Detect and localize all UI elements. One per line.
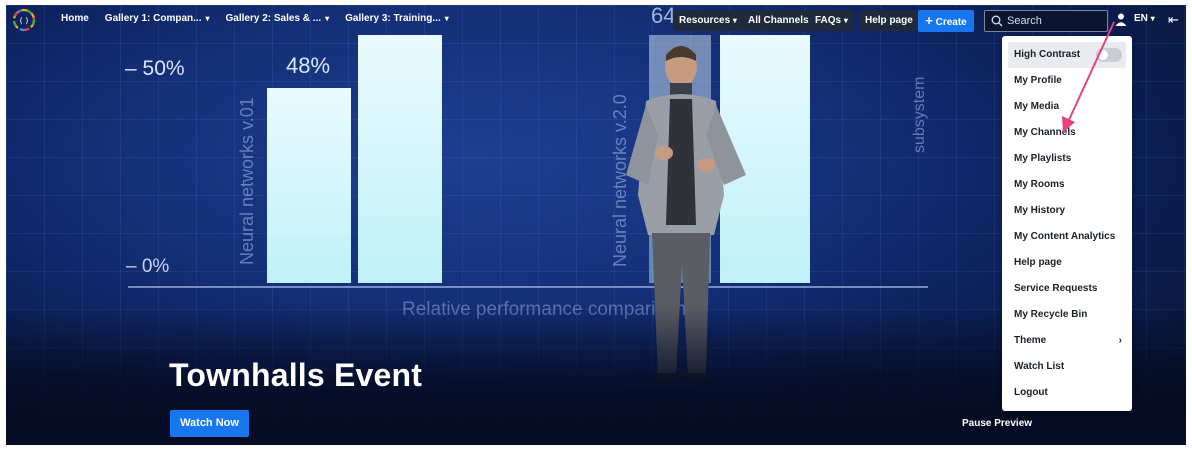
high-contrast-toggle[interactable] bbox=[1096, 48, 1122, 62]
svg-text:( ): ( ) bbox=[20, 16, 29, 25]
search-icon bbox=[991, 15, 1003, 27]
main-nav: Home Gallery 1: Compan... ▾ Gallery 2: Sa… bbox=[61, 13, 465, 24]
nav-faqs-label: FAQs bbox=[815, 15, 842, 26]
chevron-down-icon: ▾ bbox=[205, 14, 210, 23]
pause-preview-button[interactable]: Pause Preview bbox=[962, 418, 1032, 429]
backdrop-bar bbox=[358, 35, 442, 283]
nav-gallery-2[interactable]: Gallery 2: Sales & ... ▾ bbox=[226, 13, 330, 24]
menu-item-watch-list[interactable]: Watch List bbox=[1002, 354, 1132, 380]
nav-home[interactable]: Home bbox=[61, 13, 89, 24]
menu-item-label: Theme bbox=[1014, 335, 1047, 346]
language-label: EN bbox=[1134, 13, 1148, 24]
chevron-down-icon: ▾ bbox=[843, 16, 848, 25]
menu-item-my-playlists[interactable]: My Playlists bbox=[1002, 146, 1132, 172]
menu-item-my-history[interactable]: My History bbox=[1002, 198, 1132, 224]
create-button[interactable]: + Create bbox=[918, 10, 974, 32]
menu-item-my-content-analytics[interactable]: My Content Analytics bbox=[1002, 224, 1132, 250]
chevron-down-icon: ▾ bbox=[444, 14, 449, 23]
collapse-arrow-icon[interactable]: ⇤ bbox=[1168, 12, 1182, 27]
search-placeholder: Search bbox=[1007, 15, 1042, 27]
chevron-right-icon: › bbox=[1118, 335, 1122, 346]
nav-gallery-3-label: Gallery 3: Training... bbox=[345, 13, 441, 24]
backdrop-tick-bottom: – 0% bbox=[126, 256, 170, 277]
menu-item-my-channels[interactable]: My Channels bbox=[1002, 120, 1132, 146]
nav-faqs[interactable]: FAQs ▾ bbox=[809, 10, 854, 31]
search-input[interactable]: Search bbox=[984, 10, 1108, 32]
create-label: Create bbox=[935, 17, 967, 28]
backdrop-value-1: 48% bbox=[286, 53, 331, 78]
menu-item-help-page[interactable]: Help page bbox=[1002, 250, 1132, 276]
user-icon[interactable] bbox=[1115, 13, 1127, 26]
nav-resources[interactable]: Resources ▾ bbox=[673, 10, 743, 31]
menu-item-my-rooms[interactable]: My Rooms bbox=[1002, 172, 1132, 198]
nav-resources-label: Resources bbox=[679, 15, 731, 26]
backdrop-baseline bbox=[128, 286, 928, 288]
nav-gallery-1[interactable]: Gallery 1: Compan... ▾ bbox=[105, 13, 210, 24]
nav-home-label: Home bbox=[61, 13, 89, 24]
nav-gallery-1-label: Gallery 1: Compan... bbox=[104, 13, 202, 24]
backdrop-value-2: 64 bbox=[651, 5, 676, 28]
menu-item-theme[interactable]: Theme › bbox=[1002, 328, 1132, 354]
backdrop-label-3: subsystem bbox=[911, 76, 928, 153]
menu-item-logout[interactable]: Logout bbox=[1002, 380, 1132, 406]
chevron-down-icon: ▾ bbox=[732, 16, 737, 25]
backdrop-tick-top: – 50% bbox=[125, 57, 185, 80]
plus-icon: + bbox=[925, 13, 933, 28]
nav-gallery-3[interactable]: Gallery 3: Training... ▾ bbox=[345, 13, 449, 24]
menu-item-my-profile[interactable]: My Profile bbox=[1002, 68, 1132, 94]
hero-title: Townhalls Event bbox=[169, 357, 423, 393]
language-selector[interactable]: EN ▾ bbox=[1134, 13, 1155, 24]
menu-item-high-contrast[interactable]: High Contrast bbox=[1008, 42, 1126, 68]
brand-logo-icon[interactable]: ( ) bbox=[12, 8, 36, 32]
nav-all-channels[interactable]: All Channels bbox=[742, 10, 815, 31]
menu-item-my-recycle-bin[interactable]: My Recycle Bin bbox=[1002, 302, 1132, 328]
nav-gallery-2-label: Gallery 2: Sales & ... bbox=[225, 13, 322, 24]
chevron-down-icon: ▾ bbox=[325, 14, 330, 23]
user-menu: High Contrast My Profile My Media My Cha… bbox=[1002, 36, 1132, 411]
backdrop-label-1: Neural networks v.01 bbox=[237, 97, 257, 265]
menu-item-my-media[interactable]: My Media bbox=[1002, 94, 1132, 120]
watch-now-button[interactable]: Watch Now bbox=[170, 410, 249, 437]
menu-item-service-requests[interactable]: Service Requests bbox=[1002, 276, 1132, 302]
chevron-down-icon: ▾ bbox=[1150, 14, 1155, 23]
backdrop-bar bbox=[267, 88, 351, 283]
menu-item-label: High Contrast bbox=[1014, 49, 1081, 60]
nav-help-page[interactable]: Help page bbox=[859, 10, 919, 31]
